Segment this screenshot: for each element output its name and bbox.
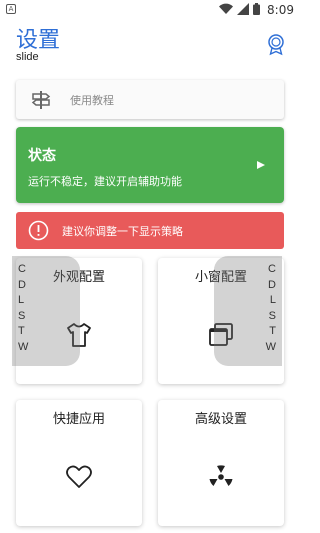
radiation-icon <box>209 465 233 486</box>
side-letter[interactable]: T <box>18 324 28 340</box>
advanced-settings-tile[interactable]: 高级设置 <box>158 400 284 526</box>
alert-icon <box>28 220 49 241</box>
tile-label: 快捷应用 <box>52 412 105 427</box>
page-title: 设置 <box>16 28 61 53</box>
warning-text: 建议你调整一下显示策略 <box>62 225 183 238</box>
play-icon <box>257 161 265 169</box>
status-title: 状态 <box>28 148 56 164</box>
side-letter[interactable]: T <box>269 324 276 340</box>
side-letter[interactable]: D <box>18 278 28 294</box>
side-letter[interactable]: S <box>269 309 276 325</box>
page-subtitle: slide <box>16 51 39 63</box>
award-badge-icon <box>268 34 284 56</box>
status-bar: A 8:09 <box>0 0 300 20</box>
tutorial-search-bar[interactable]: 使用教程 <box>16 80 284 119</box>
side-letter[interactable]: W <box>18 340 28 356</box>
right-slide-panel[interactable]: C D L S T W <box>214 256 282 366</box>
signal-icon <box>237 3 249 15</box>
signpost-icon <box>31 91 51 109</box>
side-letter[interactable]: C <box>18 262 28 278</box>
left-slide-panel[interactable]: C D L S T W <box>12 256 80 366</box>
side-letter[interactable]: W <box>266 340 276 356</box>
side-letter[interactable]: D <box>268 278 276 294</box>
wifi-icon <box>219 3 233 15</box>
side-letter[interactable]: C <box>268 262 276 278</box>
app-notification-icon: A <box>6 4 16 14</box>
tile-label: 高级设置 <box>194 412 247 427</box>
warning-banner[interactable]: 建议你调整一下显示策略 <box>16 212 284 249</box>
battery-icon <box>253 3 260 15</box>
heart-icon <box>66 465 92 488</box>
status-description: 运行不稳定，建议开启辅助功能 <box>28 175 182 188</box>
clock: 8:09 <box>267 3 294 17</box>
status-card[interactable]: 状态 运行不稳定，建议开启辅助功能 <box>16 127 284 203</box>
side-letter[interactable]: S <box>18 309 28 325</box>
quick-apps-tile[interactable]: 快捷应用 <box>16 400 142 526</box>
side-letter[interactable]: L <box>270 293 276 309</box>
search-placeholder: 使用教程 <box>70 94 114 107</box>
side-letter[interactable]: L <box>18 293 28 309</box>
badge-button[interactable] <box>264 32 288 56</box>
